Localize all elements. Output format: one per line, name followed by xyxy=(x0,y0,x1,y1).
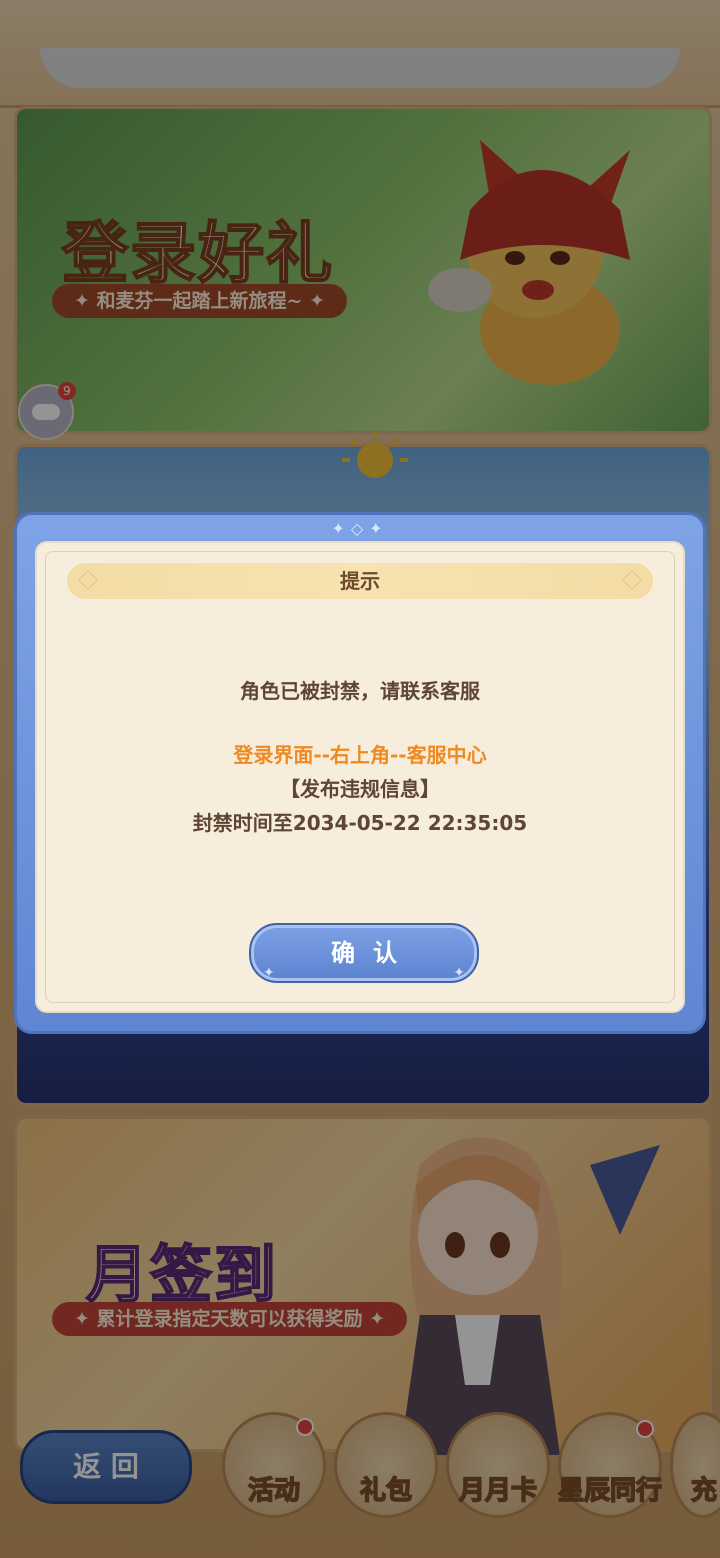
sparkle-icon: ✦ xyxy=(263,965,275,981)
diamond-icon xyxy=(78,570,98,590)
dialog-ornament-icon: ✦◇✦ xyxy=(331,519,389,538)
dialog-body: 提示 角色已被封禁，请联系客服 登录界面--右上角--客服中心 【发布违规信息】… xyxy=(35,541,685,1013)
diamond-icon xyxy=(622,570,642,590)
dialog-title-bar: 提示 xyxy=(67,563,653,599)
support-path-hint: 登录界面--右上角--客服中心 xyxy=(233,743,487,767)
sparkle-icon: ✦ xyxy=(453,965,465,981)
ban-notice-dialog: ✦◇✦ 提示 角色已被封禁，请联系客服 登录界面--右上角--客服中心 【发布违… xyxy=(14,512,706,1034)
confirm-label: 确认 xyxy=(331,939,415,967)
confirm-button[interactable]: ✦ 确认 ✦ xyxy=(249,923,479,983)
ban-expiry: 封禁时间至2034-05-22 22:35:05 xyxy=(192,811,528,835)
dialog-title: 提示 xyxy=(340,569,380,593)
ban-message: 角色已被封禁，请联系客服 xyxy=(240,679,480,703)
ban-reason: 【发布违规信息】 xyxy=(280,777,440,801)
